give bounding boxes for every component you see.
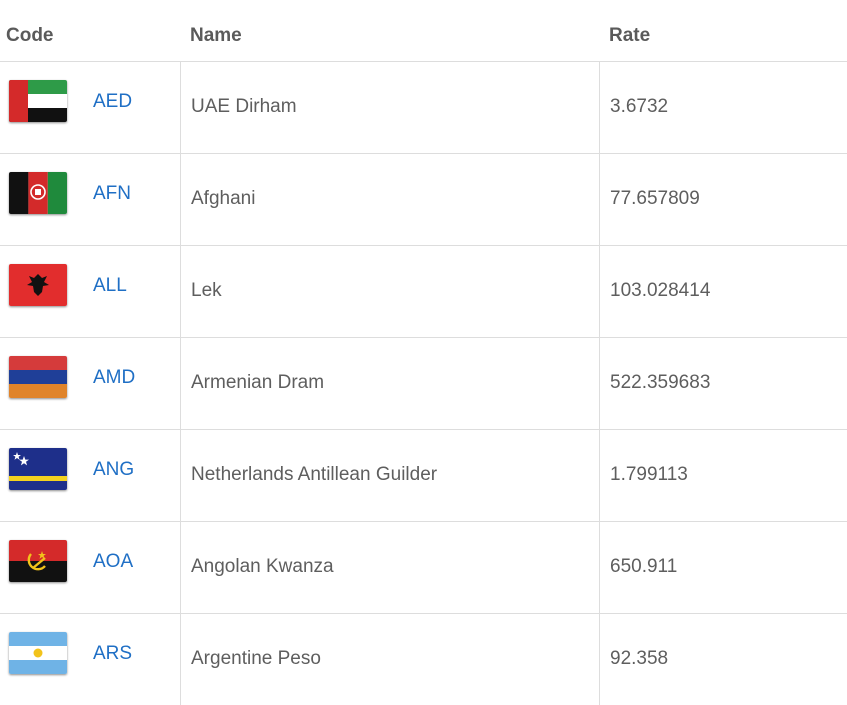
table-row: ARS Argentine Peso 92.358: [0, 614, 847, 705]
currency-rate: 92.358: [610, 648, 669, 669]
table-row: AMD Armenian Dram 522.359683: [0, 338, 847, 430]
curacao-flag-icon: [9, 448, 67, 490]
currency-name: UAE Dirham: [191, 96, 297, 117]
column-divider: [180, 154, 181, 245]
column-divider: [180, 246, 181, 337]
argentina-flag-icon: [9, 632, 67, 674]
column-divider: [599, 154, 600, 245]
column-divider: [180, 522, 181, 613]
currency-rate: 3.6732: [610, 96, 669, 117]
currency-code-link[interactable]: ALL: [93, 275, 127, 297]
table-body: AED UAE Dirham 3.6732 AFN Afghani 77.657…: [0, 62, 847, 705]
afghanistan-flag-icon: [9, 172, 67, 214]
column-divider: [599, 246, 600, 337]
column-header-name[interactable]: Name: [190, 25, 242, 47]
currency-code-link[interactable]: ARS: [93, 643, 132, 665]
armenia-flag-icon: [9, 356, 67, 398]
currency-name: Netherlands Antillean Guilder: [191, 464, 438, 485]
column-divider: [599, 614, 600, 705]
currency-name: Argentine Peso: [191, 648, 321, 669]
currency-name: Armenian Dram: [191, 372, 325, 393]
table-row: ALL Lek 103.028414: [0, 246, 847, 338]
angola-flag-icon: [9, 540, 67, 582]
table-row: ANG Netherlands Antillean Guilder 1.7991…: [0, 430, 847, 522]
currency-code-link[interactable]: AOA: [93, 551, 133, 573]
currency-name: Lek: [191, 280, 222, 301]
albania-flag-icon: [9, 264, 67, 306]
currency-code-link[interactable]: AED: [93, 91, 132, 113]
table-row: AOA Angolan Kwanza 650.911: [0, 522, 847, 614]
column-divider: [180, 614, 181, 705]
column-divider: [599, 522, 600, 613]
currency-code-link[interactable]: AFN: [93, 183, 131, 205]
column-divider: [599, 62, 600, 153]
uae-flag-icon: [9, 80, 67, 122]
column-divider: [599, 430, 600, 521]
currency-rate: 522.359683: [610, 372, 711, 393]
column-divider: [180, 338, 181, 429]
column-divider: [180, 62, 181, 153]
table-row: AED UAE Dirham 3.6732: [0, 62, 847, 154]
currency-rate: 1.799113: [610, 464, 688, 485]
table-header: Code Name Rate: [0, 0, 847, 62]
currency-code-link[interactable]: ANG: [93, 459, 134, 481]
currency-rate: 103.028414: [610, 280, 711, 301]
column-header-code[interactable]: Code: [6, 25, 54, 47]
currency-rate: 650.911: [610, 556, 678, 577]
currency-name: Angolan Kwanza: [191, 556, 334, 577]
currency-code-link[interactable]: AMD: [93, 367, 135, 389]
currency-rate: 77.657809: [610, 188, 700, 209]
column-divider: [180, 430, 181, 521]
currency-name: Afghani: [191, 188, 256, 209]
column-header-rate[interactable]: Rate: [609, 25, 650, 47]
currency-table: Code Name Rate AED UAE Dirham 3.6732 AFN…: [0, 0, 847, 705]
column-divider: [599, 338, 600, 429]
table-row: AFN Afghani 77.657809: [0, 154, 847, 246]
